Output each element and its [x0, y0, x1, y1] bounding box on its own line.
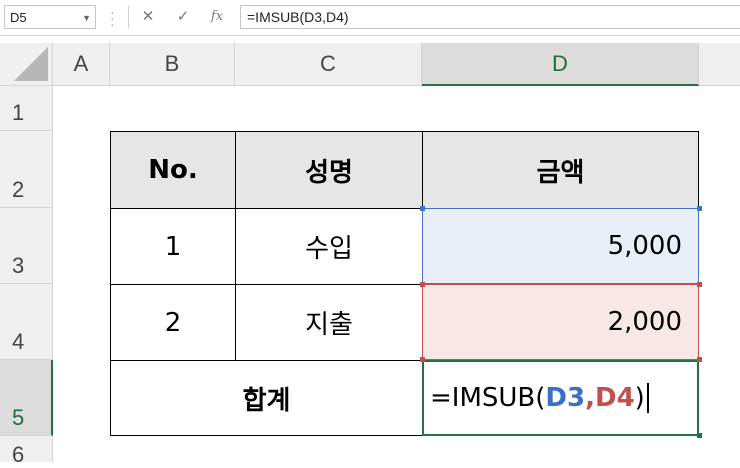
- name-box[interactable]: D5 ▼: [4, 5, 96, 29]
- row-header-6[interactable]: 6: [0, 436, 53, 467]
- formula-prefix: =IMSUB(: [430, 383, 546, 413]
- row-header-1[interactable]: 1: [0, 86, 53, 131]
- drag-handle-icon[interactable]: · · ·: [110, 5, 115, 31]
- header-no[interactable]: No.: [110, 131, 236, 209]
- cell-c4[interactable]: 지출: [235, 284, 423, 361]
- row-header-2[interactable]: 2: [0, 131, 53, 208]
- fill-handle[interactable]: [697, 433, 702, 438]
- column-header-c[interactable]: C: [235, 43, 422, 86]
- range-handle[interactable]: [697, 357, 702, 362]
- range-handle[interactable]: [420, 206, 425, 211]
- formula-comma: ,: [585, 383, 595, 413]
- column-header-b[interactable]: B: [110, 43, 235, 86]
- name-box-value: D5: [10, 10, 27, 25]
- cancel-icon[interactable]: ✕: [137, 7, 159, 27]
- insert-function-icon[interactable]: fx: [206, 7, 228, 27]
- cell-d5-editing[interactable]: =IMSUB(D3, D4): [422, 360, 699, 436]
- range-handle[interactable]: [420, 282, 425, 287]
- column-header-e[interactable]: [699, 43, 740, 86]
- cell-b3[interactable]: 1: [110, 208, 236, 285]
- row-header-4[interactable]: 4: [0, 284, 53, 360]
- select-all-icon: [14, 47, 48, 81]
- formula-suffix: ): [634, 383, 645, 413]
- chevron-down-icon[interactable]: ▼: [82, 13, 91, 23]
- range-handle[interactable]: [420, 357, 425, 362]
- cell-d4[interactable]: 2,000: [422, 284, 699, 360]
- cell-b4[interactable]: 2: [110, 284, 236, 361]
- formula-text: =IMSUB(D3,D4): [247, 9, 349, 25]
- range-handle[interactable]: [697, 206, 702, 211]
- text-cursor: [646, 383, 649, 413]
- column-header-d[interactable]: D: [422, 43, 699, 86]
- total-label-cell[interactable]: 합계: [110, 360, 423, 436]
- header-amount[interactable]: 금액: [422, 131, 699, 209]
- select-all-button[interactable]: [0, 43, 53, 86]
- cell-d3[interactable]: 5,000: [422, 208, 699, 284]
- row-header-5[interactable]: 5: [0, 360, 53, 436]
- range-handle[interactable]: [697, 282, 702, 287]
- cell-c3[interactable]: 수입: [235, 208, 423, 285]
- header-name[interactable]: 성명: [235, 131, 423, 209]
- divider: [128, 6, 129, 28]
- formula-ref-d3: D3: [545, 383, 586, 413]
- enter-icon[interactable]: ✓: [172, 7, 194, 27]
- column-header-a[interactable]: A: [53, 43, 110, 86]
- formula-input[interactable]: =IMSUB(D3,D4): [240, 5, 740, 29]
- formula-ref-d4: D4: [594, 383, 635, 413]
- row-header-3[interactable]: 3: [0, 208, 53, 284]
- formula-bar: D5 ▼ · · · ✕ ✓ fx =IMSUB(D3,D4): [0, 0, 740, 36]
